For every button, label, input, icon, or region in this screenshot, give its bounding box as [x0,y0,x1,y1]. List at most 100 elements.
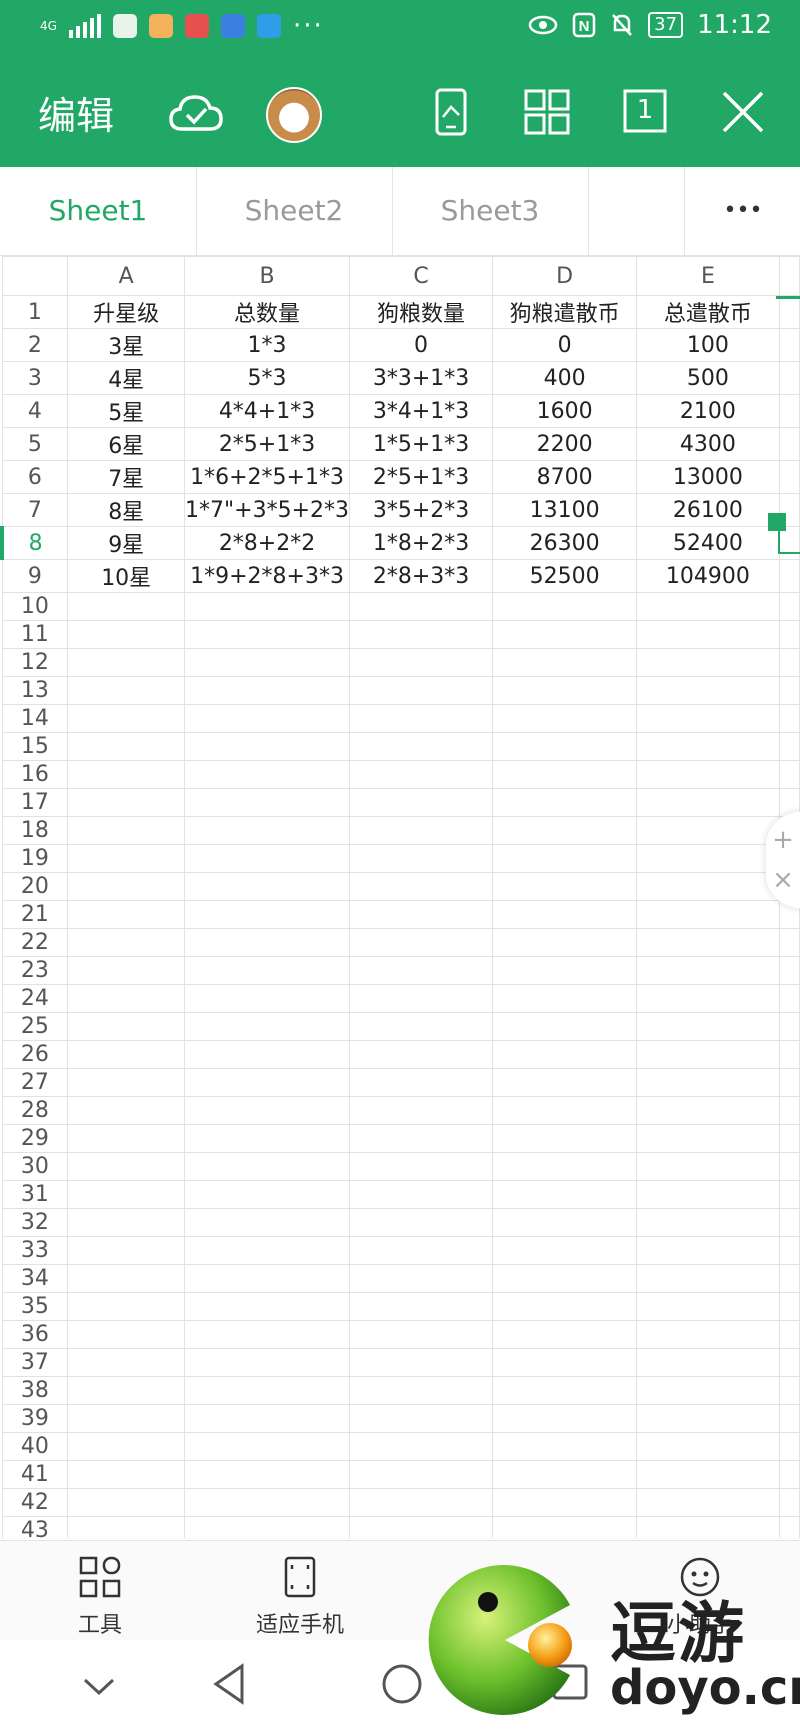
cell[interactable]: 2200 [492,427,638,461]
cell[interactable] [778,1012,800,1041]
table-row[interactable]: 33 [1,1236,800,1265]
cell[interactable]: 2*5+1*3 [349,460,494,494]
table-row[interactable]: 25 [1,1012,800,1041]
cell[interactable]: 2*5+1*3 [184,427,351,461]
cell[interactable]: 总遣散币 [636,295,780,329]
cell[interactable] [778,928,800,957]
column-header[interactable]: A [67,256,186,296]
cell[interactable] [67,1292,186,1321]
table-row[interactable]: 5 6星 2*5+1*3 1*5+1*3 2200 4300 [1,427,800,461]
row-header[interactable]: 30 [1,1152,69,1181]
cell[interactable] [67,872,186,901]
cell[interactable] [67,1068,186,1097]
cell[interactable] [778,1124,800,1153]
cell[interactable] [492,872,638,901]
cell[interactable]: 2*8+3*3 [349,559,494,593]
cell[interactable] [778,956,800,985]
cell[interactable] [492,1236,638,1265]
cell[interactable] [636,676,780,705]
cell[interactable] [67,900,186,929]
cell[interactable] [349,1460,494,1489]
cell[interactable]: 狗粮遣散币 [492,295,638,329]
cell[interactable] [67,1376,186,1405]
table-row[interactable]: 10 [1,592,800,621]
cell[interactable] [778,1208,800,1237]
cell[interactable]: 52400 [636,526,780,560]
cell[interactable] [492,1124,638,1153]
cell[interactable] [349,1320,494,1349]
cell[interactable] [184,732,351,761]
table-row[interactable]: 31 [1,1180,800,1209]
cell[interactable]: 1*3 [184,328,351,362]
cell[interactable] [492,1404,638,1433]
cell[interactable] [67,844,186,873]
cell[interactable] [636,1376,780,1405]
cell[interactable]: 104900 [636,559,780,593]
row-header[interactable]: 12 [1,648,69,677]
cell[interactable] [636,1348,780,1377]
cell[interactable]: 13000 [636,460,780,494]
cell[interactable]: 总数量 [184,295,351,329]
cell[interactable] [778,620,800,649]
table-row[interactable]: 35 [1,1292,800,1321]
cell[interactable] [184,1376,351,1405]
cell[interactable] [636,1208,780,1237]
cell[interactable] [67,676,186,705]
cell[interactable] [492,592,638,621]
cell[interactable] [492,1320,638,1349]
cell[interactable] [349,1012,494,1041]
table-row[interactable]: 30 [1,1152,800,1181]
cell[interactable] [349,872,494,901]
row-header[interactable]: 33 [1,1236,69,1265]
cell[interactable] [349,1068,494,1097]
cell[interactable] [492,816,638,845]
row-header[interactable]: 14 [1,704,69,733]
row-header[interactable]: 1 [1,295,69,329]
cell[interactable] [67,1516,186,1538]
cell[interactable] [67,592,186,621]
row-header[interactable]: 5 [1,427,69,461]
sheet-table[interactable]: A B C D E 1 升星级 总数量 狗粮数量 狗粮遣散币 总遣散币 2 3星 1*3 0 0 10… [0,256,800,1538]
cell[interactable] [349,648,494,677]
cell[interactable] [67,760,186,789]
grid-apps-icon[interactable] [522,87,572,137]
cell[interactable] [184,956,351,985]
cell[interactable] [492,1180,638,1209]
table-row[interactable]: 40 [1,1432,800,1461]
cell[interactable] [349,592,494,621]
cell[interactable] [778,295,800,329]
cell[interactable] [492,1068,638,1097]
cell[interactable] [636,760,780,789]
row-header[interactable]: 35 [1,1292,69,1321]
cell[interactable] [184,1460,351,1489]
cell[interactable] [184,1348,351,1377]
cell[interactable] [492,648,638,677]
row-header[interactable]: 2 [1,328,69,362]
table-row[interactable]: 32 [1,1208,800,1237]
cell[interactable] [67,1404,186,1433]
cell[interactable] [349,1292,494,1321]
cell[interactable] [492,620,638,649]
cell[interactable] [349,1208,494,1237]
cell[interactable] [636,1488,780,1517]
cell[interactable] [349,760,494,789]
cell[interactable] [492,1488,638,1517]
row-header[interactable]: 22 [1,928,69,957]
row-header[interactable]: 25 [1,1012,69,1041]
cell[interactable] [778,704,800,733]
row-header[interactable]: 39 [1,1404,69,1433]
edit-button[interactable]: 编辑 [38,85,114,140]
row-header[interactable]: 17 [1,788,69,817]
table-row[interactable]: 9 10星 1*9+2*8+3*3 2*8+3*3 52500 104900 [1,559,800,593]
table-row[interactable]: 29 [1,1124,800,1153]
cell[interactable] [778,984,800,1013]
cell[interactable] [349,1180,494,1209]
cell[interactable]: 3*3+1*3 [349,361,494,395]
table-row[interactable]: 38 [1,1376,800,1405]
cell[interactable] [67,1208,186,1237]
cell[interactable] [778,1068,800,1097]
cell[interactable]: 3*5+2*3 [349,493,494,527]
cell[interactable] [184,1264,351,1293]
table-row[interactable]: 42 [1,1488,800,1517]
cell[interactable] [184,900,351,929]
